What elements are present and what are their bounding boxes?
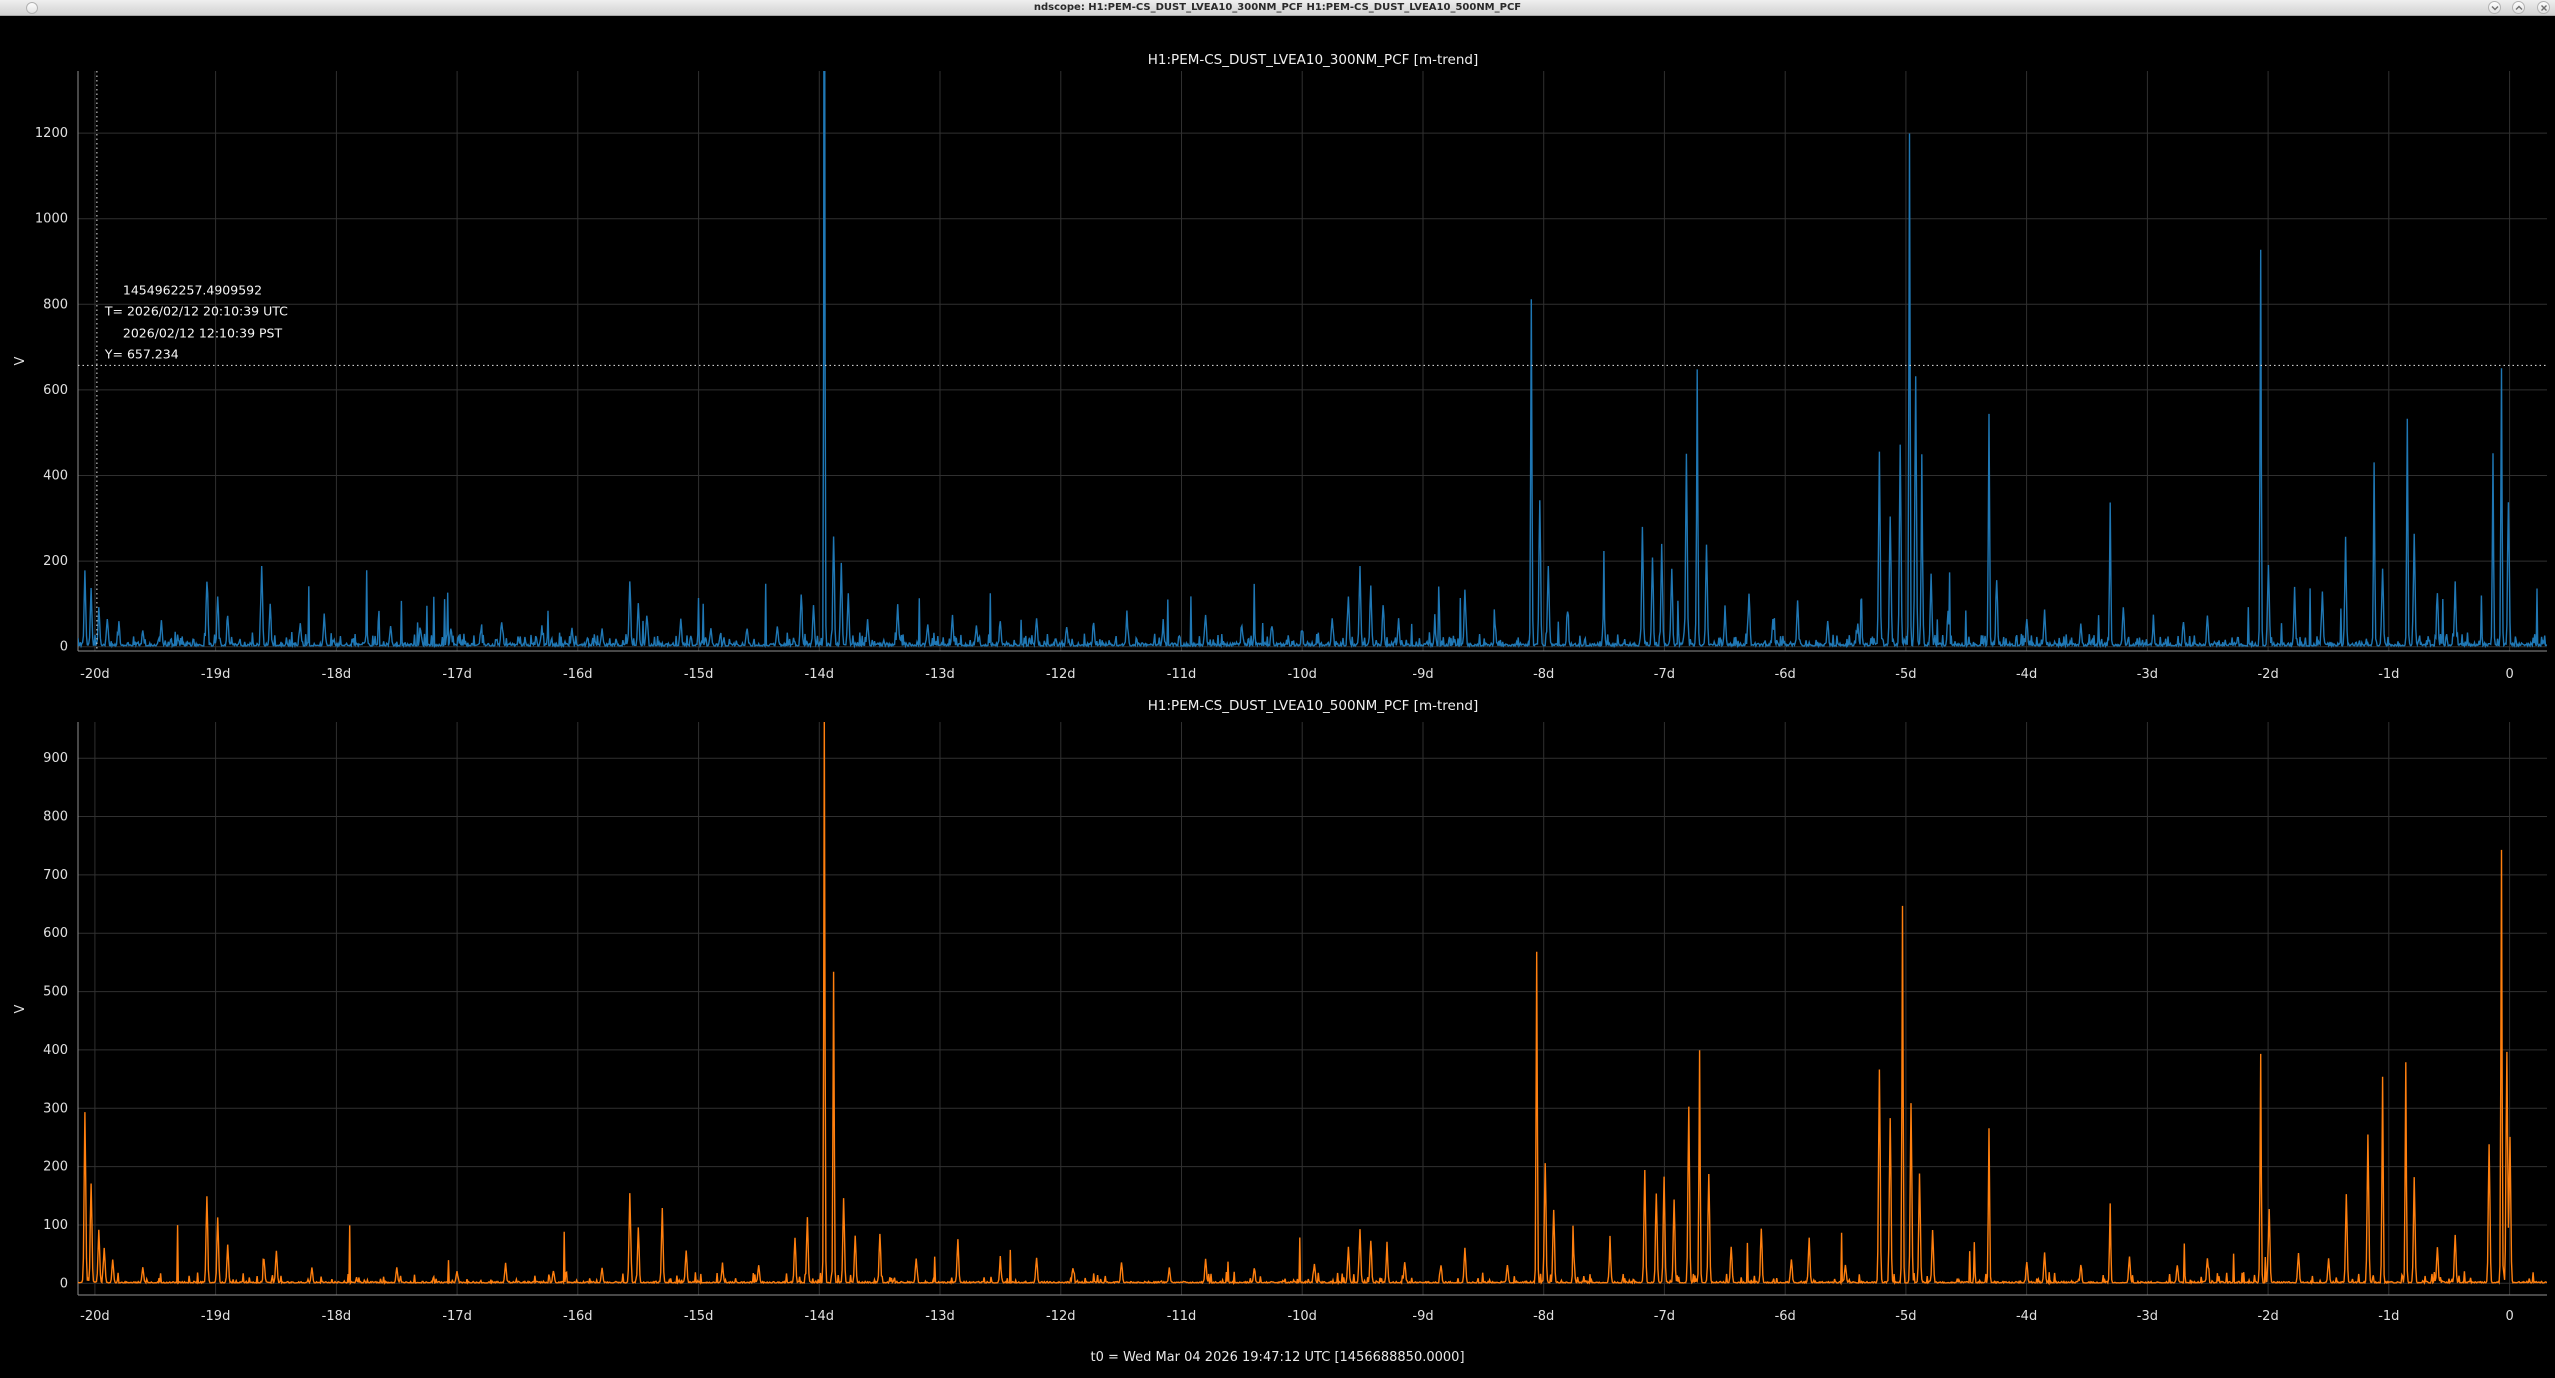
y-tick-label: 100 <box>43 1218 68 1233</box>
y-tick-label: 600 <box>43 383 68 398</box>
crosshair-annotation-line: T= 2026/02/12 20:10:39 UTC <box>104 303 288 318</box>
maximize-button[interactable] <box>2512 1 2525 14</box>
x-tick-label: -16d <box>563 1309 593 1324</box>
x-tick-label: -15d <box>684 667 714 682</box>
x-tick-label: -5d <box>1895 1309 1916 1324</box>
x-tick-label: 0 <box>2505 667 2513 682</box>
ndscope-window: -20d -19d -18d -17d -16d -15d -14d -13d -12d -11d… <box>0 0 2555 1378</box>
y-tick-label: 800 <box>43 297 68 312</box>
y-tick-label: 1000 <box>35 212 68 227</box>
y-tick-label: 600 <box>43 926 68 941</box>
y-tick-label: 200 <box>43 1160 68 1175</box>
x-tick-label: -2d <box>2257 1309 2278 1324</box>
x-tick-label: -16d <box>563 667 593 682</box>
crosshair: 1454962257.4909592 T= 2026/02/12 20:10:39… <box>78 71 2547 651</box>
x-tick-label: -10d <box>1287 1309 1317 1324</box>
x-tick-label: -3d <box>2137 667 2158 682</box>
plots-canvas[interactable]: -20d -19d -18d -17d -16d -15d -14d -13d -12d -11d… <box>0 0 2555 1378</box>
x-tick-label: -7d <box>1654 1309 1675 1324</box>
x-tick-label: -14d <box>805 1309 835 1324</box>
plot-300nm-trace <box>78 0 2547 646</box>
y-tick-label: 500 <box>43 985 68 1000</box>
x-tick-label: -14d <box>805 667 835 682</box>
plot-300nm-axes: -20d -19d -18d -17d -16d -15d -14d -13d -12d -11d… <box>35 71 2547 682</box>
x-tick-label: -6d <box>1775 1309 1796 1324</box>
plot-300nm[interactable]: -20d -19d -18d -17d -16d -15d -14d -13d -12d -11d… <box>13 0 2547 682</box>
y-tick-label: 700 <box>43 868 68 883</box>
x-tick-label: -20d <box>80 1309 110 1324</box>
x-tick-label: -3d <box>2137 1309 2158 1324</box>
x-tick-label: -17d <box>442 1309 472 1324</box>
chevron-down-icon <box>2490 3 2500 13</box>
crosshair-annotation-line: 2026/02/12 12:10:39 PST <box>123 325 283 340</box>
x-tick-label: -13d <box>925 1309 955 1324</box>
plot-300nm-title: H1:PEM-CS_DUST_LVEA10_300NM_PCF [m-trend… <box>1148 52 1478 68</box>
x-tick-label: -11d <box>1167 667 1197 682</box>
x-tick-label: -1d <box>2378 667 2399 682</box>
plot-500nm[interactable]: -20d -19d -18d -17d -16d -15d -14d -13d -12d -11d… <box>13 698 2547 1324</box>
x-tick-label: 0 <box>2505 1309 2513 1324</box>
y-tick-label: 0 <box>60 1276 68 1291</box>
x-tick-label: -10d <box>1287 667 1317 682</box>
x-tick-label: -18d <box>322 667 352 682</box>
minimize-button[interactable] <box>2488 1 2501 14</box>
plot-300nm-ylabel: V <box>13 356 28 365</box>
x-tick-label: -18d <box>322 1309 352 1324</box>
y-tick-label: 200 <box>43 554 68 569</box>
plot-500nm-axes: -20d -19d -18d -17d -16d -15d -14d -13d -12d -11d… <box>43 722 2547 1324</box>
y-tick-label: 400 <box>43 469 68 484</box>
y-tick-label: 400 <box>43 1043 68 1058</box>
plot-500nm-title: H1:PEM-CS_DUST_LVEA10_500NM_PCF [m-trend… <box>1148 698 1478 714</box>
y-tick-label: 0 <box>60 640 68 655</box>
x-tick-label: -8d <box>1533 1309 1554 1324</box>
x-tick-label: -9d <box>1412 1309 1433 1324</box>
y-tick-label: 1200 <box>35 126 68 141</box>
x-tick-label: -12d <box>1046 1309 1076 1324</box>
y-tick-label: 300 <box>43 1101 68 1116</box>
window-title: ndscope: H1:PEM-CS_DUST_LVEA10_300NM_PCF… <box>0 0 2555 16</box>
x-tick-label: -13d <box>925 667 955 682</box>
x-tick-label: -2d <box>2257 667 2278 682</box>
x-tick-label: -11d <box>1167 1309 1197 1324</box>
t0-status: t0 = Wed Mar 04 2026 19:47:12 UTC [14566… <box>0 1346 2555 1370</box>
x-tick-label: -12d <box>1046 667 1076 682</box>
x-tick-label: -7d <box>1654 667 1675 682</box>
crosshair-annotation-line: 1454962257.4909592 <box>123 282 262 297</box>
x-tick-label: -17d <box>442 667 472 682</box>
close-button[interactable] <box>2537 1 2550 14</box>
crosshair-annotation-line: Y= 657.234 <box>104 346 179 361</box>
window-menu-button[interactable] <box>26 2 38 14</box>
close-icon <box>2539 3 2549 13</box>
x-tick-label: -8d <box>1533 667 1554 682</box>
x-tick-label: -1d <box>2378 1309 2399 1324</box>
y-tick-label: 800 <box>43 810 68 825</box>
plot-500nm-grid <box>78 722 2547 1295</box>
x-tick-label: -5d <box>1895 667 1916 682</box>
x-tick-label: -19d <box>201 1309 231 1324</box>
plot-500nm-trace <box>78 718 2547 1283</box>
x-tick-label: -4d <box>2016 1309 2037 1324</box>
x-tick-label: -9d <box>1412 667 1433 682</box>
x-tick-label: -19d <box>201 667 231 682</box>
x-tick-label: -4d <box>2016 667 2037 682</box>
x-tick-label: -15d <box>684 1309 714 1324</box>
plot-500nm-ylabel: V <box>13 1004 28 1013</box>
titlebar: ndscope: H1:PEM-CS_DUST_LVEA10_300NM_PCF… <box>0 0 2555 16</box>
plot-300nm-grid <box>78 71 2547 651</box>
chevron-up-icon <box>2514 3 2524 13</box>
y-tick-label: 900 <box>43 751 68 766</box>
x-tick-label: -6d <box>1775 667 1796 682</box>
x-tick-label: -20d <box>80 667 110 682</box>
